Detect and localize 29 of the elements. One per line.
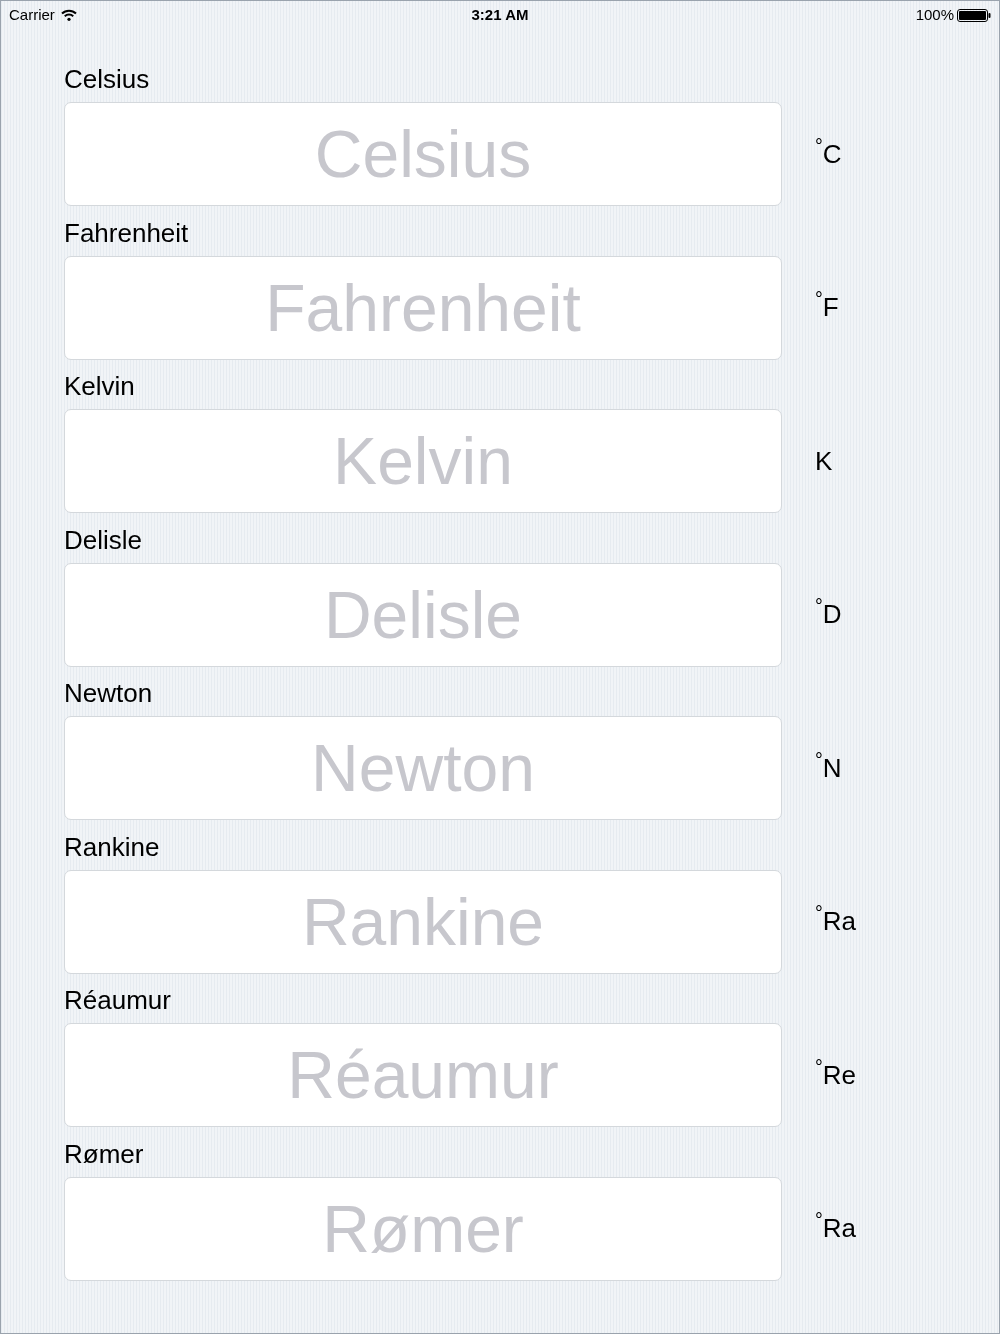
temperature-input[interactable]: Réaumur <box>64 1023 782 1127</box>
clock: 3:21 AM <box>471 4 529 25</box>
scale-label: Celsius <box>64 66 151 92</box>
scale-label: Delisle <box>64 526 144 553</box>
battery-percentage: 100% <box>915 4 954 25</box>
unit-label: $^{°}$Ra <box>815 1209 857 1245</box>
scale-label: Fahrenheit <box>64 219 190 246</box>
scale-label: Kelvin <box>64 373 136 399</box>
scale-label: Rankine <box>64 833 161 860</box>
carrier-label: Carrier <box>9 4 55 25</box>
unit-label: $^{°}$F <box>815 288 839 324</box>
temperature-input[interactable]: Kelvin <box>64 409 782 513</box>
scale-label: Réaumur <box>64 987 172 1013</box>
temperature-input[interactable]: Delisle <box>64 562 782 667</box>
scale-label: Newton <box>64 680 154 706</box>
unit-label: $^{°}$Ra <box>815 902 857 938</box>
unit-label: $^{°}$Re <box>815 1055 857 1092</box>
unit-label: $^{°}$C <box>815 134 842 171</box>
temperature-input[interactable]: Celsius <box>64 102 782 206</box>
battery-icon <box>957 8 991 22</box>
unit-label: $^{°}$N <box>815 748 842 785</box>
unit-label: $^{°}$D <box>815 595 842 631</box>
wifi-icon <box>60 9 77 21</box>
temperature-input[interactable]: Rankine <box>64 869 782 974</box>
temperature-input[interactable]: Newton <box>64 716 782 820</box>
unit-label: K <box>815 444 833 478</box>
scale-label: Rømer <box>64 1140 145 1167</box>
temperature-input[interactable]: Rømer <box>64 1176 782 1281</box>
temperature-input[interactable]: Fahrenheit <box>64 255 782 360</box>
